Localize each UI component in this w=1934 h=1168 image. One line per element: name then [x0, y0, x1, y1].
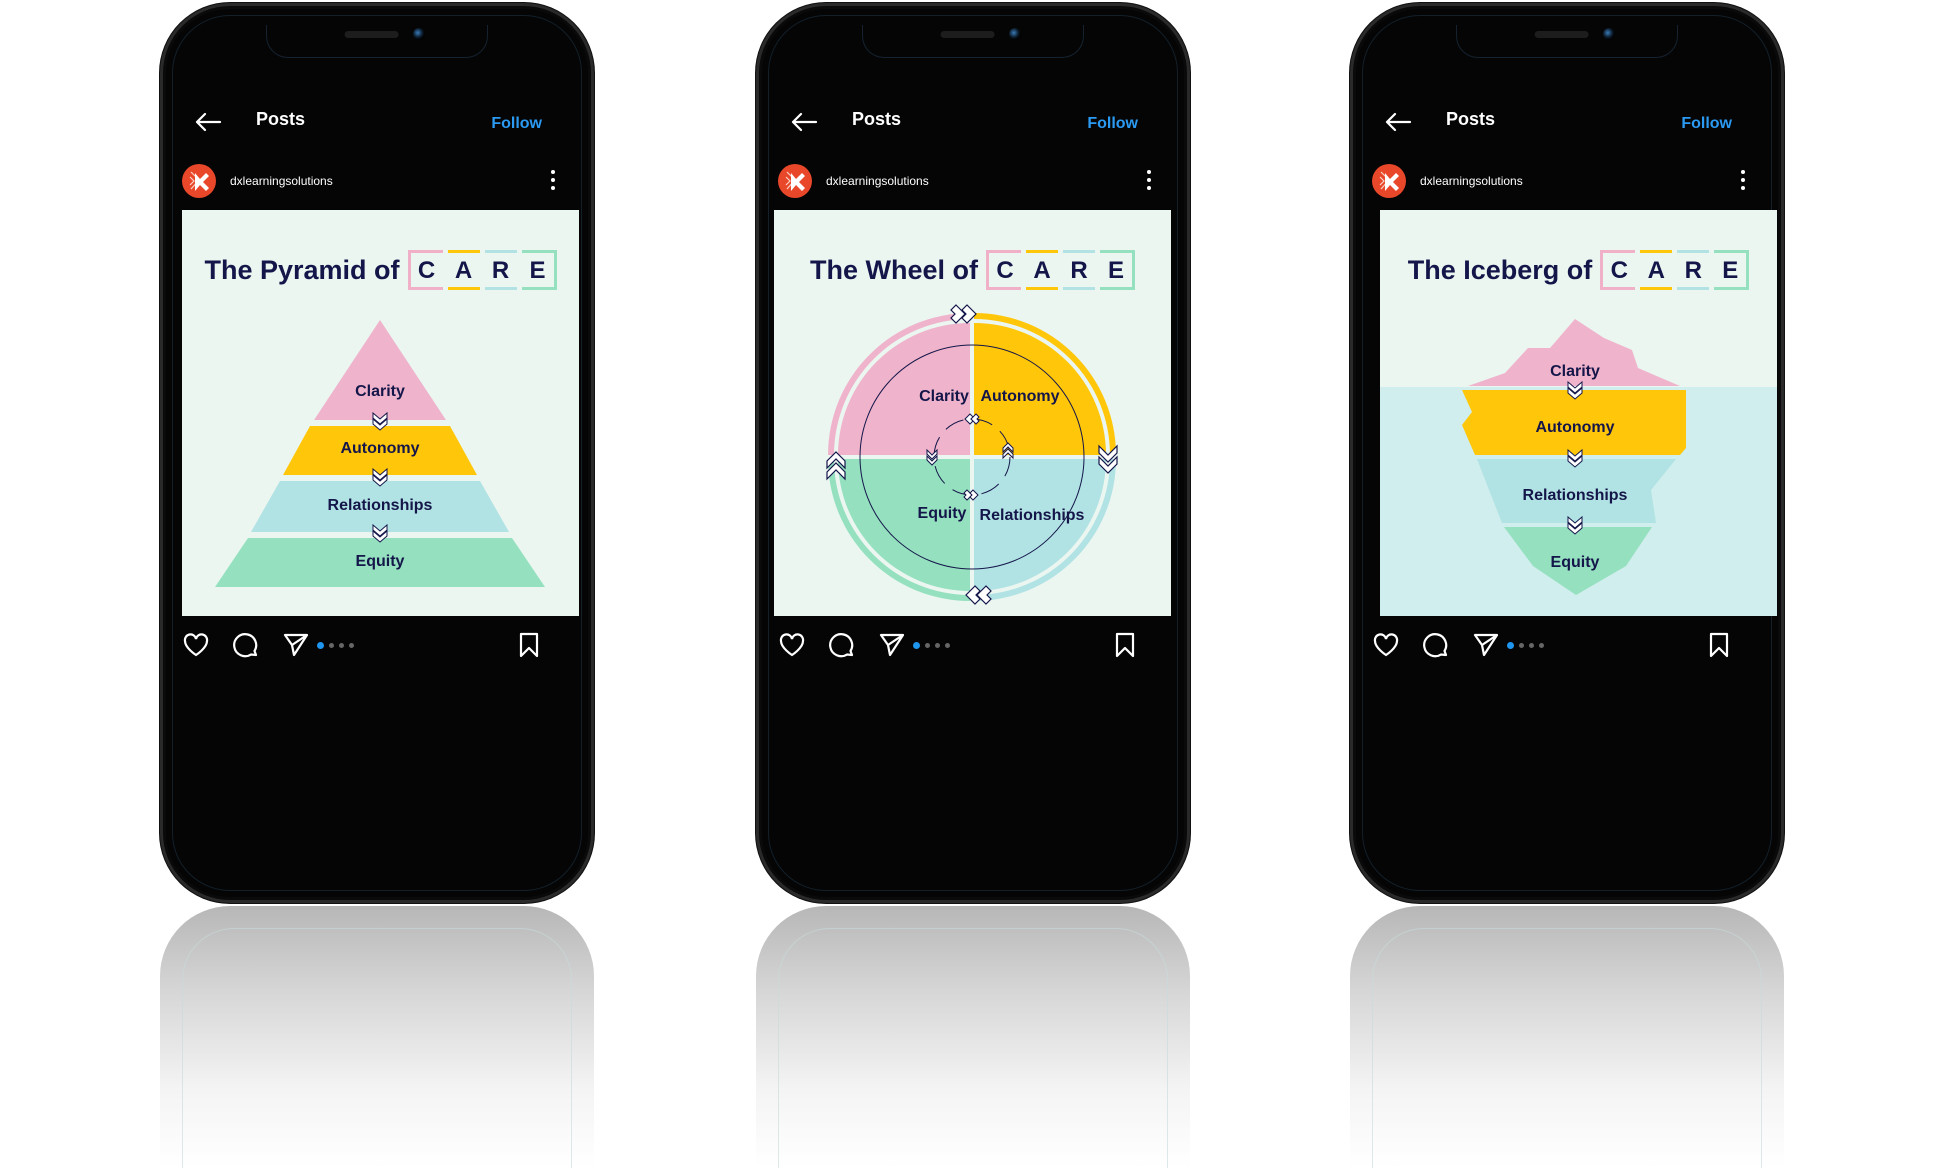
page-title: Posts: [256, 109, 306, 129]
brand-logo-icon: [1379, 171, 1399, 191]
carousel-dot: [1529, 643, 1534, 648]
carousel-indicator: [1507, 642, 1544, 649]
post-image[interactable]: The Wheel of C A R E Clarity Autonomy Re…: [774, 210, 1171, 616]
more-vertical-icon[interactable]: [1740, 170, 1746, 192]
heart-icon[interactable]: [778, 631, 806, 659]
carousel-dot: [329, 643, 334, 648]
page-title: Posts: [1446, 109, 1496, 129]
avatar[interactable]: [182, 164, 216, 198]
carousel-indicator: [317, 642, 354, 649]
iceberg-diagram: Clarity Autonomy Relationships Equity: [1462, 319, 1686, 595]
post-image[interactable]: The Pyramid of C A R E Clarity Autonomy …: [182, 210, 579, 616]
phone-notch: [1456, 25, 1678, 58]
carousel-dot: [945, 643, 950, 648]
layer-label-relationships: Relationships: [1523, 487, 1628, 504]
carousel-dot: [935, 643, 940, 648]
front-camera: [1603, 28, 1615, 40]
wheel-diagram: Clarity Autonomy Relationships Equity: [826, 304, 1118, 605]
carousel-dot: [1539, 643, 1544, 648]
avatar[interactable]: [778, 164, 812, 198]
post-header: dxlearningsolutions: [756, 161, 1190, 201]
pyramid-layer-clarity: [314, 320, 446, 420]
layer-label-clarity: Clarity: [1550, 363, 1600, 380]
username[interactable]: dxlearningsolutions: [1420, 174, 1523, 188]
post-actions: [1350, 625, 1784, 665]
share-icon[interactable]: [1472, 631, 1500, 659]
post-actions: [160, 625, 594, 665]
wheel-quadrant-relationships: [974, 459, 1106, 591]
bookmark-icon[interactable]: [515, 631, 543, 659]
avatar[interactable]: [1372, 164, 1406, 198]
wheel-quadrant-equity: [838, 459, 970, 591]
page-title: Posts: [852, 109, 902, 129]
heart-icon[interactable]: [1372, 631, 1400, 659]
phone-iceberg: Posts Follow dxlearningsolutions The Ice…: [1350, 3, 1784, 903]
post-header: dxlearningsolutions: [1350, 161, 1784, 201]
front-camera: [1009, 28, 1021, 40]
carousel-dot-active: [317, 642, 324, 649]
carousel-dot: [339, 643, 344, 648]
layer-label-clarity: Clarity: [355, 383, 405, 400]
phone-pyramid: Posts Follow dxlearningsolutions The Pyr…: [160, 3, 594, 903]
post-actions: [756, 625, 1190, 665]
phone-reflection: [160, 906, 594, 1168]
phone-notch: [862, 25, 1084, 58]
speaker-grille: [940, 31, 995, 38]
layer-label-autonomy: Autonomy: [340, 440, 419, 457]
brand-logo-icon: [189, 171, 209, 191]
username[interactable]: dxlearningsolutions: [230, 174, 333, 188]
speaker-grille: [344, 31, 399, 38]
carousel-dot-active: [913, 642, 920, 649]
layer-label-equity: Equity: [356, 553, 405, 570]
carousel-dot: [349, 643, 354, 648]
more-vertical-icon[interactable]: [1146, 170, 1152, 192]
phone-wheel: Posts Follow dxlearningsolutions The Whe…: [756, 3, 1190, 903]
heart-icon[interactable]: [182, 631, 210, 659]
post-image[interactable]: The Iceberg of C A R E Clarity Autonomy …: [1380, 210, 1777, 616]
follow-button[interactable]: Follow: [491, 115, 542, 133]
quadrant-label-equity: Equity: [918, 505, 967, 522]
quadrant-label-relationships: Relationships: [980, 507, 1085, 524]
comment-icon[interactable]: [1422, 631, 1450, 659]
phone-reflection: [756, 906, 1190, 1168]
chevron-right-icon: [950, 304, 977, 324]
carousel-dot: [1519, 643, 1524, 648]
comment-icon[interactable]: [232, 631, 260, 659]
more-vertical-icon[interactable]: [550, 170, 556, 192]
phone-notch: [266, 25, 488, 58]
back-arrow-icon[interactable]: [790, 111, 818, 133]
layer-label-autonomy: Autonomy: [1535, 419, 1614, 436]
back-arrow-icon[interactable]: [1384, 111, 1412, 133]
speaker-grille: [1534, 31, 1589, 38]
carousel-dot-active: [1507, 642, 1514, 649]
carousel-dot: [925, 643, 930, 648]
top-bar: Posts Follow: [1350, 103, 1784, 143]
pyramid-diagram: Clarity Autonomy Relationships Equity: [215, 320, 545, 587]
bookmark-icon[interactable]: [1111, 631, 1139, 659]
comment-icon[interactable]: [828, 631, 856, 659]
bookmark-icon[interactable]: [1705, 631, 1733, 659]
share-icon[interactable]: [282, 631, 310, 659]
back-arrow-icon[interactable]: [194, 111, 222, 133]
chevron-up-icon: [826, 451, 846, 481]
follow-button[interactable]: Follow: [1087, 115, 1138, 133]
username[interactable]: dxlearningsolutions: [826, 174, 929, 188]
follow-button[interactable]: Follow: [1681, 115, 1732, 133]
top-bar: Posts Follow: [756, 103, 1190, 143]
quadrant-label-clarity: Clarity: [919, 388, 969, 405]
carousel-indicator: [913, 642, 950, 649]
front-camera: [413, 28, 425, 40]
share-icon[interactable]: [878, 631, 906, 659]
layer-label-relationships: Relationships: [328, 497, 433, 514]
quadrant-label-autonomy: Autonomy: [980, 388, 1059, 405]
top-bar: Posts Follow: [160, 103, 594, 143]
brand-logo-icon: [785, 171, 805, 191]
phone-reflection: [1350, 906, 1784, 1168]
layer-label-equity: Equity: [1551, 554, 1600, 571]
post-header: dxlearningsolutions: [160, 161, 594, 201]
